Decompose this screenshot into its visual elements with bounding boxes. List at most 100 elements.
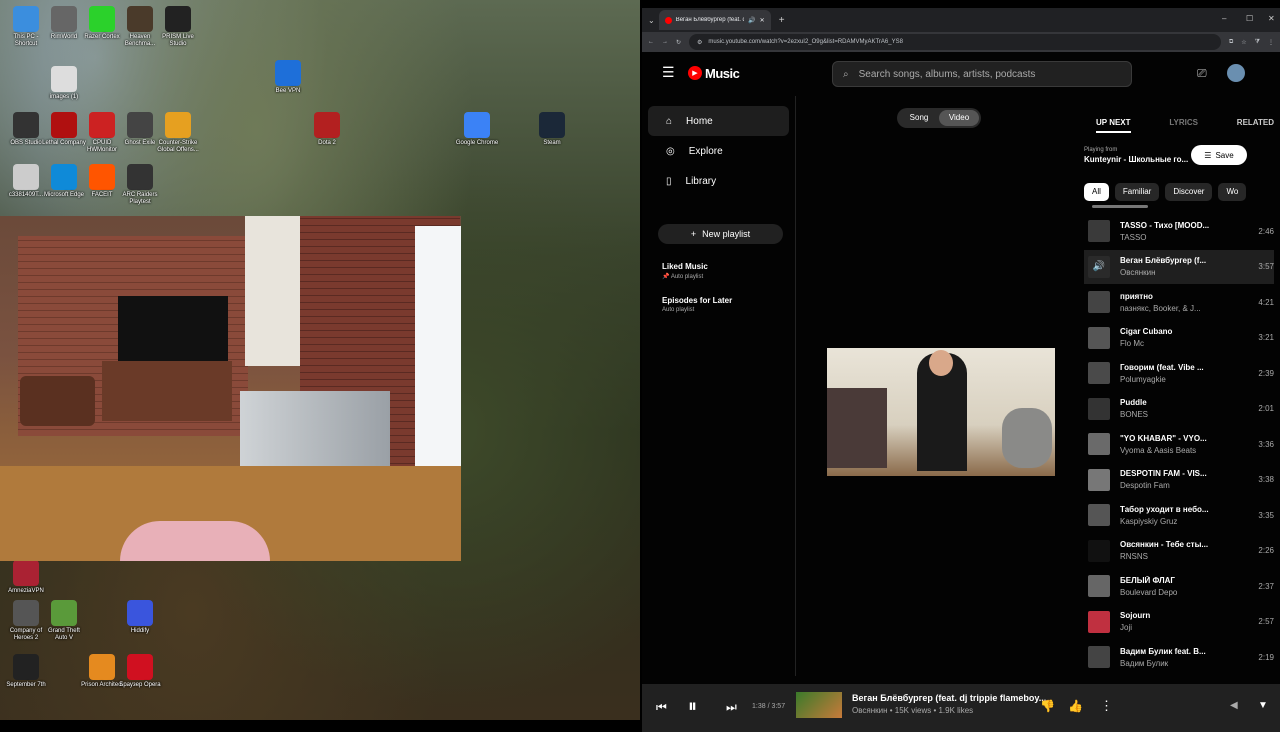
expand-player-icon[interactable]: ▼ xyxy=(1258,700,1268,711)
playlist-episodes-for-later[interactable]: Episodes for Later Auto playlist xyxy=(642,296,795,313)
desktop-icon[interactable]: Браузер Opera xyxy=(118,654,162,689)
desktop-icon[interactable]: images (1) xyxy=(42,66,86,101)
logo-text[interactable]: Music xyxy=(705,66,740,81)
desktop-icon[interactable]: AmneziaVPN xyxy=(4,560,48,595)
queue-item[interactable]: 🔊 Веган Блёвбургер (f... Овсянкин 3:57 xyxy=(1084,249,1274,284)
tab-youtube-music[interactable]: Веган Блёвбургер (feat. dj 🔊 ✕ xyxy=(658,10,771,30)
toggle-video[interactable]: Video xyxy=(939,110,979,126)
nav-library-label: Library xyxy=(685,175,717,187)
save-button[interactable]: ☰ Save xyxy=(1191,145,1247,165)
bookmark-star-icon[interactable]: ☆ xyxy=(1241,39,1246,46)
pause-icon[interactable]: ⏸ xyxy=(688,696,697,717)
queue-item-title: "YO KHABAR" - VYO... xyxy=(1120,433,1207,443)
app-icon xyxy=(165,112,191,138)
desktop-icon[interactable]: Bee VPN xyxy=(266,60,310,95)
volume-icon[interactable]: ◀ xyxy=(1230,700,1238,711)
app-icon xyxy=(464,112,490,138)
maximize-icon[interactable]: ☐ xyxy=(1246,14,1253,23)
dislike-icon[interactable]: 👎 xyxy=(1040,699,1055,713)
chip-wo[interactable]: Wo xyxy=(1218,183,1247,201)
chip-familiar[interactable]: Familiar xyxy=(1114,183,1160,201)
queue-item[interactable]: Sojourn Joji 2:57 xyxy=(1084,605,1274,639)
queue-item[interactable]: Cigar Cubano Flo Mc 3:21 xyxy=(1084,321,1274,355)
player-bar: ⏮ ⏸ ⏭ 1:38 / 3:57 Веган Блёвбургер (feat… xyxy=(642,684,1280,732)
desktop-icon-label: Hiddify xyxy=(130,628,150,634)
app-icon xyxy=(127,654,153,680)
chip-all[interactable]: All xyxy=(1084,183,1109,201)
new-tab-icon[interactable]: + xyxy=(779,15,785,26)
queue-item-title: приятно xyxy=(1120,291,1153,301)
desktop-icon[interactable]: Dota 2 xyxy=(305,112,349,147)
queue-item[interactable]: Говорим (feat. Vibe ... Polumyagkie 2:39 xyxy=(1084,356,1274,390)
desktop-icon[interactable]: ARC Raiders Playtest xyxy=(118,164,162,206)
reload-icon[interactable]: ↻ xyxy=(676,39,681,46)
chip-discover[interactable]: Discover xyxy=(1165,183,1213,201)
audio-icon[interactable]: 🔊 xyxy=(748,17,755,24)
track-title[interactable]: Веган Блёвбургер (feat. dj trippie flame… xyxy=(852,693,1046,703)
desktop-icon[interactable]: Google Chrome xyxy=(455,112,499,147)
queue-item[interactable]: Вадим Булик feat. В... Вадим Булик 2:19 xyxy=(1084,640,1274,668)
queue-item[interactable]: Табор уходит в небо... Kaspiyskiy Gruz 3:3… xyxy=(1084,498,1274,532)
tab-up-next[interactable]: UP NEXT xyxy=(1096,118,1131,133)
more-options-icon[interactable]: ⋮ xyxy=(1100,698,1113,714)
tab-close-icon[interactable]: ✕ xyxy=(760,17,765,24)
search-box[interactable]: ⌕ Search songs, albums, artists, podcast… xyxy=(832,61,1132,87)
youtube-music-logo-icon[interactable]: ▶ xyxy=(688,66,702,80)
browser-window: ⌄ Веган Блёвбургер (feat. dj 🔊 ✕ + – ☐ ✕… xyxy=(642,8,1280,732)
toggle-song[interactable]: Song xyxy=(899,110,939,126)
queue-item[interactable]: TASSO - Тихо [MOOD... TASSO 2:46 xyxy=(1084,214,1274,248)
back-icon[interactable]: ← xyxy=(648,39,654,45)
queue-item[interactable]: Puddle BONES 2:01 xyxy=(1084,392,1274,426)
queue-item-title: TASSO - Тихо [MOOD... xyxy=(1120,220,1210,230)
queue-item[interactable]: "YO KHABAR" - VYO... Vyoma & Aasis Beats 3… xyxy=(1084,427,1274,461)
queue-item-duration: 2:46 xyxy=(1258,226,1274,236)
track-thumbnail xyxy=(796,692,842,718)
app-icon xyxy=(539,112,565,138)
queue-item-title: Cigar Cubano xyxy=(1120,327,1173,336)
forward-icon[interactable]: → xyxy=(662,39,668,45)
site-info-icon[interactable]: ⚙ xyxy=(697,39,702,46)
previous-icon[interactable]: ⏮ xyxy=(656,700,667,715)
app-icon xyxy=(13,6,39,32)
next-icon[interactable]: ⏭ xyxy=(726,700,737,715)
queue-item[interactable]: Овсянкин - Тебе сты... RNSNS 2:26 xyxy=(1084,534,1274,568)
queue-item[interactable]: DESPOTIN FAM - VIS... Despotin Fam 3:38 xyxy=(1084,463,1274,497)
like-icon[interactable]: 👍 xyxy=(1068,699,1083,713)
cast-icon[interactable]: ⎚ xyxy=(1197,66,1207,81)
new-playlist-button[interactable]: + New playlist xyxy=(658,224,783,244)
queue-item[interactable]: приятно пазнякс, Booker, & J... 4:21 xyxy=(1084,285,1274,319)
tab-lyrics[interactable]: LYRICS xyxy=(1169,118,1198,133)
queue-item-duration: 3:57 xyxy=(1258,262,1274,271)
playlist-sub: Auto playlist xyxy=(670,274,704,280)
queue-item[interactable]: БЕЛЫЙ ФЛАГ Boulevard Depo 2:37 xyxy=(1084,569,1274,603)
playlist-liked-music[interactable]: Liked Music 📌 Auto playlist xyxy=(642,262,795,280)
nav-home[interactable]: ⌂ Home xyxy=(648,106,789,136)
menu-dots-icon[interactable]: ⋮ xyxy=(1268,39,1274,46)
desktop-icon[interactable]: September 7th xyxy=(4,654,48,689)
queue-thumbnail xyxy=(1088,326,1110,349)
tab-list-icon[interactable]: ⌄ xyxy=(648,16,655,25)
queue-panel: UP NEXT LYRICS RELATED Playing from Kunt… xyxy=(1084,96,1280,676)
avatar[interactable] xyxy=(1227,64,1245,82)
hamburger-menu-icon[interactable]: ☰ xyxy=(662,64,675,81)
desktop-icon[interactable]: Grand Theft Auto V xyxy=(42,600,86,642)
new-playlist-label: New playlist xyxy=(702,229,751,239)
tab-related[interactable]: RELATED xyxy=(1237,118,1274,133)
app-icon xyxy=(51,164,77,190)
video-player[interactable] xyxy=(827,348,1055,476)
desktop-icon[interactable]: Hiddify xyxy=(118,600,162,635)
app-icon xyxy=(127,6,153,32)
queue-item-artist: Boulevard Depo xyxy=(1120,587,1178,597)
nav-library[interactable]: ▯ Library xyxy=(648,166,789,196)
url-field[interactable]: ⚙ music.youtube.com/watch?v=2ezxuI2_O9g&… xyxy=(689,34,1221,50)
window-close-icon[interactable]: ✕ xyxy=(1268,14,1275,23)
nav-home-label: Home xyxy=(686,115,713,127)
nav-explore[interactable]: ◎ Explore xyxy=(648,136,789,166)
minimize-icon[interactable]: – xyxy=(1222,14,1226,23)
desktop-icon[interactable]: PRISM Live Studio xyxy=(156,6,200,48)
app-icon xyxy=(13,600,39,626)
install-icon[interactable]: ⧉ xyxy=(1229,39,1233,46)
extensions-icon[interactable]: ⧩ xyxy=(1255,39,1260,46)
desktop-icon[interactable]: Steam xyxy=(530,112,574,147)
desktop-icon[interactable]: Counter-Strike Global Offens... xyxy=(156,112,200,154)
